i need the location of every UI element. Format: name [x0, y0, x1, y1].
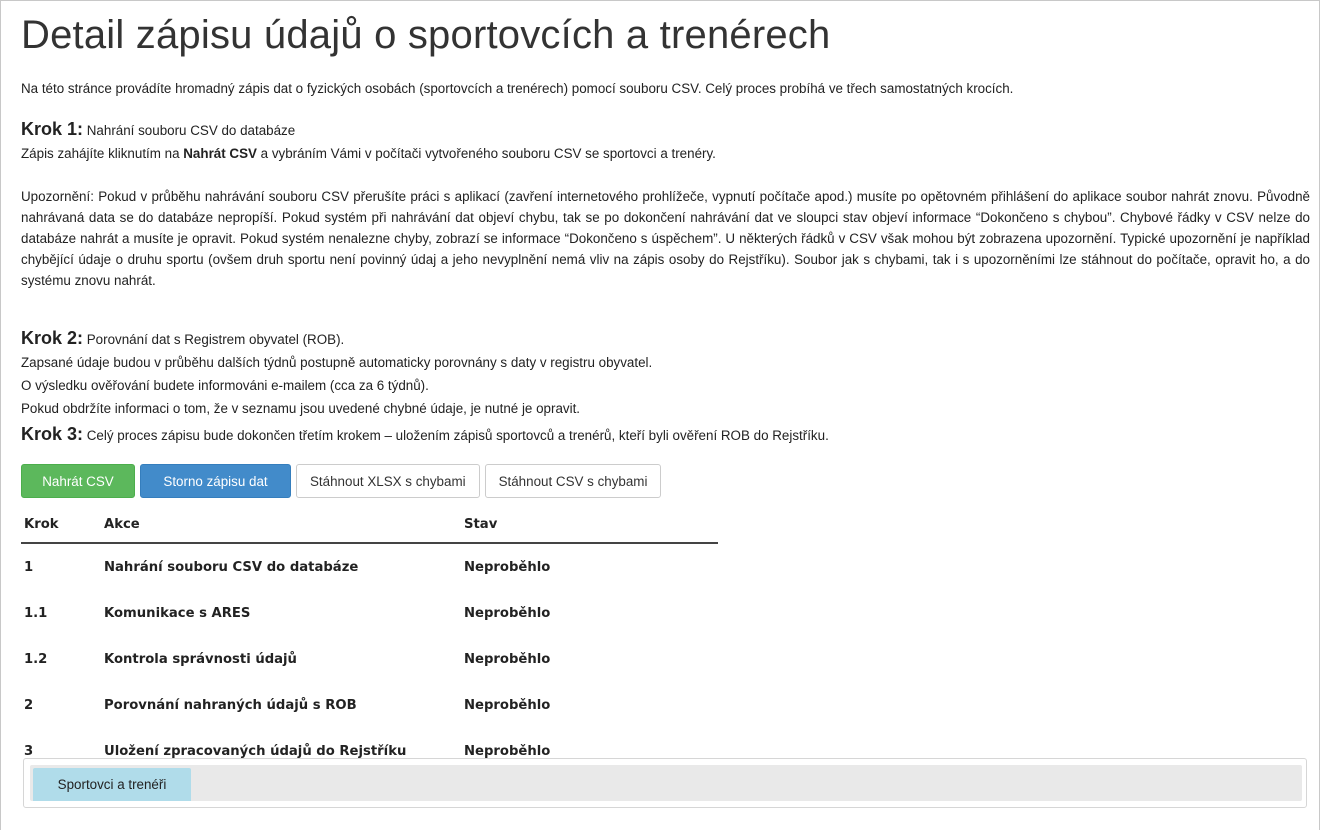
column-header-action: Akce: [104, 506, 464, 544]
step2-line2: O výsledku ověřování budete informováni …: [21, 378, 429, 393]
step3-subtitle: Celý proces zápisu bude dokončen třetím …: [86, 428, 829, 443]
step1-instruction-bold: Nahrát CSV: [183, 146, 257, 161]
process-steps-table: Krok Akce Stav 1 Nahrání souboru CSV do …: [21, 506, 718, 774]
upload-csv-button[interactable]: Nahrát CSV: [21, 464, 135, 498]
tab-athletes-coaches[interactable]: Sportovci a trenéři: [33, 768, 191, 801]
row-step: 2: [24, 697, 34, 713]
column-header-status: Stav: [464, 506, 718, 544]
step2-subtitle: Porovnání dat s Registrem obyvatel (ROB)…: [86, 332, 345, 347]
row-action: Kontrola správnosti údajů: [104, 651, 297, 667]
table-header-row: Krok Akce Stav: [21, 506, 718, 544]
step1-label: Krok 1:: [21, 119, 84, 139]
page-title: Detail zápisu údajů o sportovcích a tren…: [21, 13, 831, 57]
step2-label: Krok 2:: [21, 328, 84, 348]
intro-text: Na této stránce provádíte hromadný zápis…: [21, 81, 1014, 96]
panel-tab-bar: Sportovci a trenéři: [30, 765, 1302, 801]
action-buttons: Nahrát CSV Storno zápisu dat Stáhnout XL…: [21, 464, 662, 498]
step1-header: Krok 1: Nahrání souboru CSV do databáze: [21, 119, 295, 140]
step2-header: Krok 2: Porovnání dat s Registrem obyvat…: [21, 328, 344, 349]
step3-header: Krok 3: Celý proces zápisu bude dokončen…: [21, 424, 829, 445]
step2-line1: Zapsané údaje budou v průběhu dalších tý…: [21, 355, 653, 370]
step1-subtitle: Nahrání souboru CSV do databáze: [86, 123, 296, 138]
row-status: Neproběhlo: [464, 605, 551, 621]
step1-instruction-before: Zápis zahájíte kliknutím na: [21, 146, 184, 161]
step1-instruction-after: a vybráním Vámi v počítači vytvořeného s…: [256, 146, 716, 161]
row-action: Nahrání souboru CSV do databáze: [104, 559, 359, 575]
table-row: 2 Porovnání nahraných údajů s ROB Neprob…: [21, 682, 718, 728]
row-step: 1: [24, 559, 34, 575]
step1-instruction: Zápis zahájíte kliknutím na Nahrát CSV a…: [21, 146, 716, 161]
row-status: Neproběhlo: [464, 697, 551, 713]
download-csv-errors-button[interactable]: Stáhnout CSV s chybami: [484, 464, 662, 498]
row-status: Neproběhlo: [464, 651, 551, 667]
column-header-step: Krok: [21, 506, 104, 544]
athletes-panel: Sportovci a trenéři: [23, 758, 1307, 808]
row-action: Porovnání nahraných údajů s ROB: [104, 697, 357, 713]
download-xlsx-errors-button[interactable]: Stáhnout XLSX s chybami: [296, 464, 480, 498]
row-step: 1.2: [24, 651, 48, 667]
step1-warning: Upozornění: Pokud v průběhu nahrávání so…: [21, 189, 1310, 288]
step3-label: Krok 3:: [21, 424, 84, 444]
cancel-import-button[interactable]: Storno zápisu dat: [140, 464, 291, 498]
row-step: 1.1: [24, 605, 48, 621]
row-status: Neproběhlo: [464, 559, 551, 575]
table-row: 1.1 Komunikace s ARES Neproběhlo: [21, 590, 718, 636]
step2-line3: Pokud obdržíte informaci o tom, že v sez…: [21, 401, 581, 416]
table-row: 1.2 Kontrola správnosti údajů Neproběhlo: [21, 636, 718, 682]
table-row: 1 Nahrání souboru CSV do databáze Neprob…: [21, 543, 718, 590]
row-action: Komunikace s ARES: [104, 605, 251, 621]
